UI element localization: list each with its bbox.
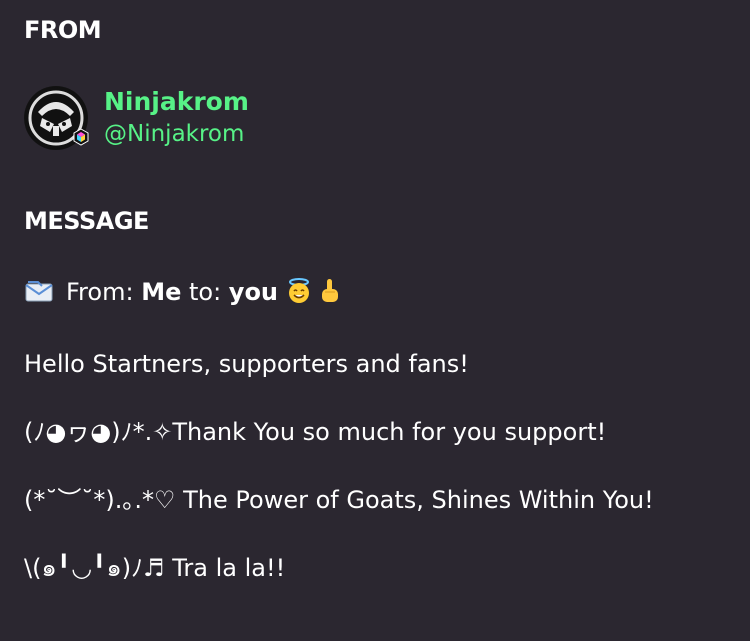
avatar[interactable]: [24, 86, 89, 150]
sender-display-name[interactable]: Ninjakrom: [104, 86, 249, 118]
envelope-icon: [24, 274, 54, 318]
message-line-thanks: (ﾉ◕ヮ◕)ﾉ*.✧Thank You so much for you supp…: [24, 418, 607, 446]
to-middle: to:: [181, 278, 229, 306]
message-line-from-to: From: Me to: you: [24, 270, 724, 318]
from-sender: Me: [141, 278, 182, 306]
smiling-halo-icon: [286, 274, 312, 318]
sender-handle[interactable]: @Ninjakrom: [104, 118, 249, 150]
pointing-up-icon: [319, 274, 341, 318]
from-heading: FROM: [24, 16, 102, 44]
message-heading: MESSAGE: [24, 207, 149, 235]
sender-block[interactable]: Ninjakrom @Ninjakrom: [24, 84, 249, 152]
to-recipient: you: [228, 278, 279, 306]
message-line-greeting: Hello Startners, supporters and fans!: [24, 350, 469, 378]
message-line-tralala: \(๑╹◡╹๑)ﾉ♬ Tra la la!!: [24, 554, 286, 582]
message-line-goats: (*˘︶˘*).｡.*♡ The Power of Goats, Shines …: [24, 486, 654, 514]
badge-icon: [73, 128, 89, 146]
from-prefix: From:: [66, 278, 142, 306]
message-body: From: Me to: you Hello Startners, suppor…: [24, 270, 724, 614]
